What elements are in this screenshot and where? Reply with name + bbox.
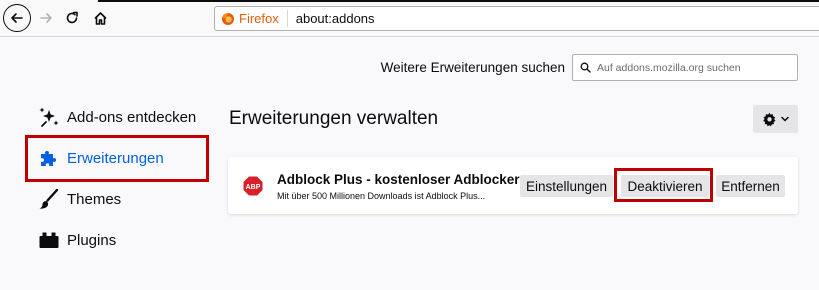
abp-icon: ABP <box>243 176 263 196</box>
browser-toolbar: Firefox about:addons <box>0 0 819 37</box>
identity-label: Firefox <box>239 11 279 26</box>
chevron-down-icon <box>781 116 789 122</box>
sidebar-item-plugins[interactable]: Plugins <box>38 227 116 253</box>
firefox-logo-icon <box>222 12 234 25</box>
home-button[interactable] <box>88 6 112 30</box>
url-bar[interactable]: Firefox about:addons <box>214 6 819 31</box>
highlight-box-extensions <box>25 135 209 182</box>
search-input[interactable] <box>597 61 787 74</box>
page-title: Erweiterungen verwalten <box>229 108 439 129</box>
forward-button[interactable] <box>34 6 58 30</box>
identity-box[interactable]: Firefox <box>215 10 288 27</box>
search-icon <box>580 62 591 73</box>
plugin-block-icon <box>38 229 60 251</box>
home-icon <box>93 11 107 25</box>
sidebar-item-label: Plugins <box>67 231 117 249</box>
back-arrow-icon <box>11 13 23 23</box>
reload-button[interactable] <box>60 6 84 30</box>
search-label: Weitere Erweiterungen suchen <box>380 60 565 75</box>
forward-arrow-icon <box>40 13 52 23</box>
highlight-box-disable <box>614 168 713 202</box>
discover-sparkle-icon <box>38 106 60 128</box>
back-button[interactable] <box>3 4 31 32</box>
addon-description: Mit über 500 Millionen Downloads ist Adb… <box>277 191 486 201</box>
addon-name[interactable]: Adblock Plus - kostenloser Adblocker <box>277 172 520 187</box>
tab-strip-edge <box>98 0 819 2</box>
sidebar-item-discover[interactable]: Add-ons entdecken <box>38 104 196 130</box>
svg-text:ABP: ABP <box>246 184 261 191</box>
sidebar-item-label: Themes <box>67 190 122 208</box>
amo-search-box[interactable] <box>572 54 798 81</box>
reload-icon <box>66 11 78 24</box>
tools-menu-button[interactable] <box>753 105 798 133</box>
remove-button[interactable]: Entfernen <box>716 175 785 197</box>
brush-icon <box>38 188 60 210</box>
sidebar-item-themes[interactable]: Themes <box>38 186 121 212</box>
sidebar-item-label: Add-ons entdecken <box>67 108 197 126</box>
url-text[interactable]: about:addons <box>296 11 375 26</box>
gear-icon <box>763 112 776 126</box>
settings-button[interactable]: Einstellungen <box>520 175 613 197</box>
